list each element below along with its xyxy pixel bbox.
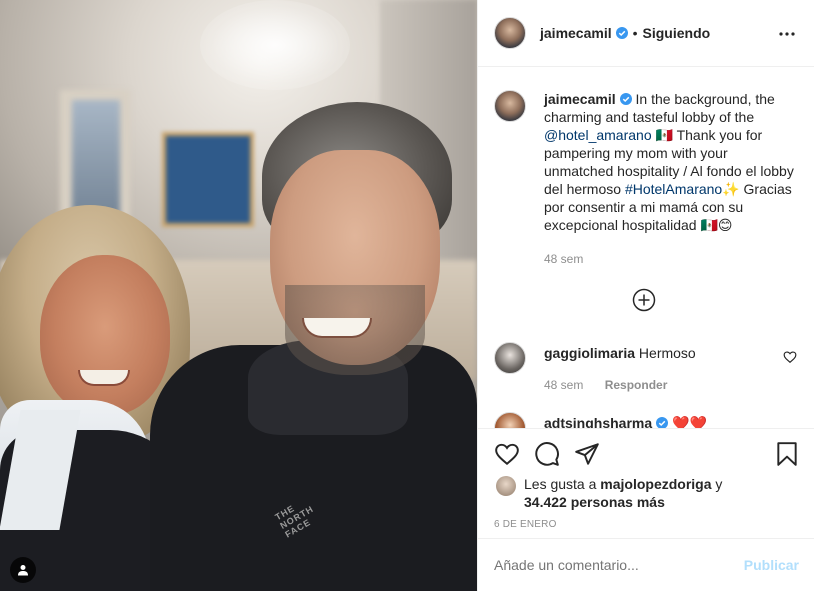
comment-text: Hermoso <box>638 345 696 361</box>
add-comment-bar: Publicar <box>478 538 814 591</box>
post-date[interactable]: 6 DE ENERO <box>494 519 557 530</box>
caption-body: jaimecamil In the background, the charmi… <box>544 90 799 268</box>
mention-link[interactable]: @hotel_amarano <box>544 127 652 143</box>
comment-body: adtsinghsharma ❤️❤️ <box>544 412 774 428</box>
comment-bubble-icon[interactable] <box>534 441 560 467</box>
comment-body: gaggiolimaria Hermoso 48 sem Responder <box>544 342 774 394</box>
liker-avatar[interactable] <box>496 476 516 496</box>
comment-meta: 48 sem Responder <box>544 376 774 394</box>
post-header: jaimecamil • Siguiendo <box>478 0 814 67</box>
post-actions: Les gusta a majolopezdoriga y 34.422 per… <box>478 428 814 538</box>
woman-smile <box>78 370 130 386</box>
user-icon <box>18 565 28 576</box>
post-caption: jaimecamil In the background, the charmi… <box>494 90 799 268</box>
author-avatar[interactable] <box>494 17 526 49</box>
verified-badge-icon <box>656 417 669 428</box>
post-photo[interactable]: THE NORTH FACE <box>0 0 477 591</box>
author-username[interactable]: jaimecamil <box>540 25 612 41</box>
share-paper-plane-icon[interactable] <box>574 441 600 467</box>
commenter-username[interactable]: adtsinghsharma <box>544 415 652 428</box>
tagged-users-icon[interactable] <box>10 557 36 583</box>
like-heart-icon[interactable] <box>494 441 520 467</box>
liker-username[interactable]: majolopezdoriga <box>600 476 711 492</box>
caption-meta: 48 sem <box>544 250 799 268</box>
likes-prefix: Les gusta a <box>524 476 601 492</box>
verified-badge-icon <box>619 93 632 105</box>
comment-age[interactable]: 48 sem <box>544 378 583 392</box>
comments-section[interactable]: jaimecamil In the background, the charmi… <box>478 68 814 428</box>
reply-button[interactable]: Responder <box>605 378 668 392</box>
man-smile <box>302 318 372 338</box>
post-panel: jaimecamil • Siguiendo jaimecamil In the… <box>477 0 814 591</box>
comment-input[interactable] <box>494 557 744 573</box>
separator-dot: • <box>632 25 638 41</box>
caption-author-avatar[interactable] <box>494 90 526 122</box>
caption-age[interactable]: 48 sem <box>544 252 583 266</box>
publish-button[interactable]: Publicar <box>744 557 799 573</box>
load-more-comments-icon[interactable] <box>632 288 656 312</box>
like-comment-icon[interactable] <box>783 350 797 364</box>
commenter-avatar[interactable] <box>494 342 526 374</box>
likes-suffix: y <box>711 476 723 492</box>
likes-summary: Les gusta a majolopezdoriga y 34.422 per… <box>496 475 764 511</box>
more-options-icon[interactable] <box>775 22 799 46</box>
verified-badge-icon <box>615 27 628 39</box>
comment-item: adtsinghsharma ❤️❤️ <box>494 412 799 428</box>
likes-count[interactable]: 34.422 personas más <box>524 494 665 510</box>
caption-author-username[interactable]: jaimecamil <box>544 91 616 107</box>
commenter-avatar[interactable] <box>494 412 526 428</box>
hashtag-link[interactable]: #HotelAmarano <box>625 181 722 197</box>
ceiling-lamp <box>200 0 350 90</box>
commenter-username[interactable]: gaggiolimaria <box>544 345 635 361</box>
comment-item: gaggiolimaria Hermoso 48 sem Responder <box>494 342 799 394</box>
comment-text: ❤️❤️ <box>672 415 707 428</box>
follow-status-button[interactable]: Siguiendo <box>643 25 711 41</box>
save-bookmark-icon[interactable] <box>774 441 800 467</box>
lobby-screen <box>162 132 254 227</box>
woman-face <box>40 255 170 415</box>
